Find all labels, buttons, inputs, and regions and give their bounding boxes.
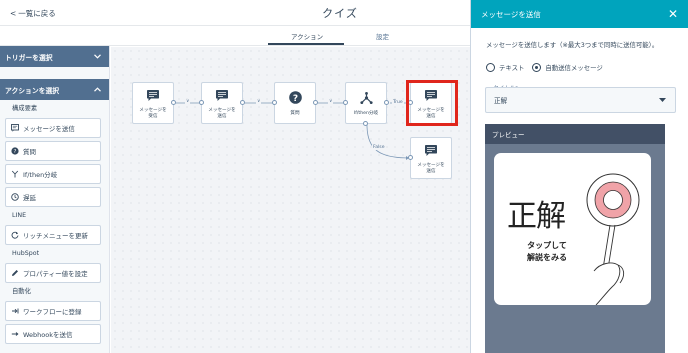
input-port[interactable]	[408, 100, 413, 105]
svg-text:?: ?	[292, 94, 297, 104]
edge-chevron: ∨	[328, 99, 334, 104]
section-title-automation: 自動化	[12, 288, 31, 295]
sidebar-item-question[interactable]: ? 質問	[5, 141, 101, 161]
sidebar-item-update-rich-menu[interactable]: リッチメニューを更新	[5, 225, 101, 245]
output-port[interactable]	[240, 100, 245, 105]
sidebar-item-label: Webhookを送信	[23, 331, 73, 339]
sidebar-item-set-property[interactable]: プロパティー値を設定	[5, 263, 101, 283]
sidebar-item-branch[interactable]: If/then分岐	[5, 164, 101, 184]
sidebar-item-label: リッチメニューを更新	[23, 232, 88, 240]
caret-down-icon	[659, 96, 666, 104]
svg-text:?: ?	[14, 149, 17, 155]
section-title-line: LINE	[12, 212, 27, 219]
input-port[interactable]	[272, 100, 277, 105]
branch-icon	[11, 170, 19, 178]
radio-label: 自動送信メッセージ	[545, 64, 603, 72]
chevron-down-icon	[94, 53, 101, 61]
radio-button-selected[interactable]	[532, 63, 542, 72]
pencil-icon	[11, 269, 19, 277]
sidebar-item-label: ワークフローに登録	[23, 308, 82, 316]
node-send-message-false[interactable]: メッセージを 送信	[408, 137, 452, 179]
output-port[interactable]	[171, 100, 176, 105]
tab-settings[interactable]: 設定	[376, 31, 389, 41]
panel-title: メッセージを送信	[481, 9, 541, 19]
radio-button[interactable]	[486, 63, 495, 72]
node-label: メッセージを 受信	[139, 108, 167, 119]
chevron-up-icon	[94, 86, 101, 94]
input-port[interactable]	[408, 155, 413, 160]
action-sidebar: トリガーを選択 アクションを選択 構成要素 メッセージを送信 ? 質問 If/t…	[0, 46, 110, 353]
title-select[interactable]: 正解	[485, 87, 676, 113]
active-tab-indicator	[268, 43, 344, 45]
section-title-hubspot: HubSpot	[12, 250, 40, 257]
message-type-radio-group: テキスト 自動送信メッセージ	[486, 63, 603, 72]
preview-big-text: 正解	[507, 199, 566, 234]
edge-chevron: ∨	[185, 99, 191, 104]
node-label: 質問	[290, 111, 300, 117]
tab-bar: アクション 設定	[0, 26, 470, 46]
radio-text[interactable]: テキスト	[486, 63, 524, 72]
output-port-false[interactable]	[363, 121, 368, 126]
question-icon: ?	[11, 147, 19, 155]
panel-description: メッセージを送信します（※最大3つまで同時に送信可能）。	[486, 41, 659, 49]
node-if-then-branch[interactable]: If/then分岐	[343, 82, 389, 126]
output-port[interactable]	[313, 100, 318, 105]
workflow-icon	[11, 307, 19, 315]
sidebar-item-enroll-workflow[interactable]: ワークフローに登録	[5, 301, 101, 321]
trigger-select-label: トリガーを選択	[5, 53, 53, 62]
node-label: メッセージを 送信	[417, 163, 445, 174]
message-icon	[11, 124, 19, 132]
edge-label-true: True	[392, 100, 404, 105]
preview-header: プレビュー	[485, 124, 665, 144]
input-port[interactable]	[343, 100, 348, 105]
trigger-select-header[interactable]: トリガーを選択	[0, 46, 109, 67]
maru-sign-illustration	[586, 173, 640, 305]
radio-label: テキスト	[499, 64, 525, 72]
webhook-icon	[11, 330, 19, 338]
branch-icon	[359, 89, 373, 108]
action-select-header[interactable]: アクションを選択	[0, 79, 109, 100]
sidebar-item-label: プロパティー値を設定	[23, 270, 88, 278]
tab-actions[interactable]: アクション	[291, 31, 323, 41]
edge-label-false: False	[372, 145, 386, 150]
section-title-components: 構成要素	[12, 105, 38, 112]
input-port[interactable]	[199, 100, 204, 105]
radio-auto-message[interactable]: 自動送信メッセージ	[532, 63, 603, 72]
node-label: メッセージを 送信	[208, 108, 236, 119]
node-send-message[interactable]: メッセージを 送信	[199, 82, 245, 124]
message-icon	[216, 86, 228, 105]
panel-header: メッセージを送信 ✕	[471, 0, 688, 28]
refresh-icon	[11, 231, 19, 239]
output-port-true[interactable]	[384, 100, 389, 105]
message-icon	[147, 86, 159, 105]
sidebar-item-label: 質問	[23, 148, 36, 156]
sidebar-item-label: If/then分岐	[23, 171, 58, 179]
sidebar-item-send-message[interactable]: メッセージを送信	[5, 118, 101, 138]
node-label: If/then分岐	[353, 111, 379, 117]
edge-chevron: ∨	[256, 99, 262, 104]
sidebar-item-send-webhook[interactable]: Webhookを送信	[5, 324, 101, 344]
message-preview: プレビュー 正解 タップして 解説をみる	[485, 124, 665, 353]
action-select-label: アクションを選択	[5, 86, 60, 95]
clock-icon	[11, 193, 19, 201]
node-label: メッセージを 送信	[417, 108, 445, 119]
message-icon	[425, 141, 437, 160]
sidebar-item-label: メッセージを送信	[23, 125, 75, 133]
question-icon: ?	[288, 89, 302, 108]
sidebar-item-label: 遅延	[23, 194, 36, 202]
preview-small-text: タップして 解説をみる	[527, 241, 567, 262]
node-send-message-true[interactable]: メッセージを 送信	[408, 82, 452, 124]
preview-image-card: 正解 タップして 解説をみる	[494, 153, 651, 305]
node-question[interactable]: ? 質問	[272, 82, 318, 124]
close-icon[interactable]: ✕	[668, 8, 678, 20]
node-receive-message[interactable]: メッセージを 受信	[132, 82, 176, 124]
message-icon	[425, 86, 437, 105]
sidebar-item-delay[interactable]: 遅延	[5, 187, 101, 207]
title-select-value: 正解	[494, 97, 508, 105]
